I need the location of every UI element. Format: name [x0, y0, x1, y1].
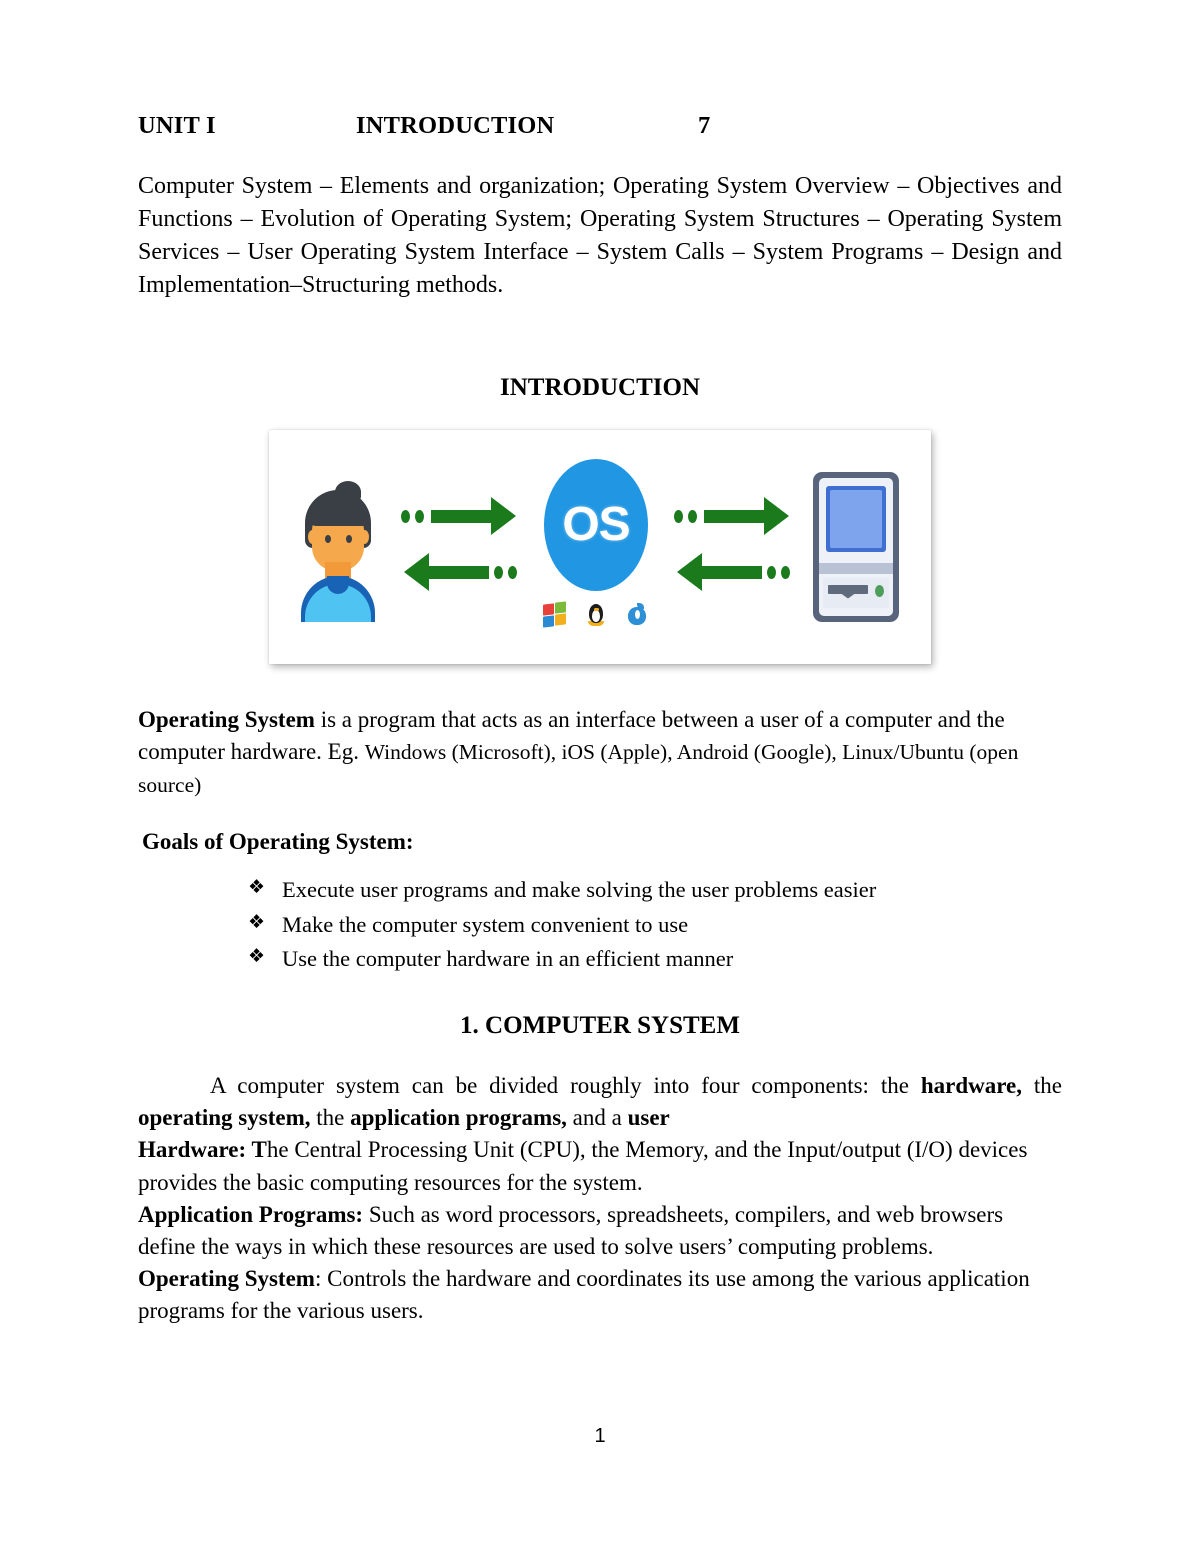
- apple-logo-icon: [624, 602, 650, 628]
- figure-row: OS: [269, 430, 931, 664]
- bullet-diamond-icon: ❖: [248, 910, 266, 933]
- os-interface-figure: OS: [269, 429, 931, 664]
- section-heading-computer-system: 1. COMPUTER SYSTEM: [460, 1012, 740, 1040]
- term-user: user: [627, 1105, 670, 1131]
- desktop-computer-icon: [807, 468, 907, 626]
- list-item-label: Make the computer system convenient to u…: [282, 911, 689, 937]
- term-operating-system: operating system,: [138, 1105, 311, 1131]
- component-term: Hardware:: [138, 1137, 247, 1163]
- section-title-introduction: INTRODUCTION: [499, 373, 701, 401]
- component-term: Application Programs:: [138, 1201, 364, 1227]
- page-number: 1: [594, 1425, 606, 1447]
- component-application-programs: Application Programs: Such as word proce…: [138, 1199, 1062, 1263]
- os-logos-row: [534, 598, 658, 628]
- os-label: OS: [562, 497, 630, 551]
- document-page: UNIT I INTRODUCTION 7 Computer System – …: [0, 0, 1200, 1553]
- term-application-programs: application programs,: [350, 1105, 567, 1131]
- list-item: ❖ Use the computer hardware in an effici…: [248, 942, 1062, 976]
- component-hardware: Hardware: The Central Processing Unit (C…: [138, 1134, 1062, 1198]
- component-lead: T: [246, 1137, 267, 1163]
- component-term: Operating System: [138, 1266, 315, 1292]
- computer-system-intro: A computer system can be divided roughly…: [138, 1070, 1062, 1134]
- syllabus-paragraph: Computer System – Elements and organizat…: [138, 173, 1062, 298]
- unit-hours: 7: [698, 112, 711, 139]
- windows-logo-icon: [542, 600, 568, 628]
- unit-header: UNIT I INTRODUCTION 7: [138, 0, 1062, 140]
- linux-tux-logo-icon: [583, 602, 609, 628]
- list-item-label: Execute user programs and make solving t…: [282, 877, 877, 903]
- intro-text-a: A computer system can be divided roughly…: [210, 1073, 921, 1099]
- definition-term: Operating System: [138, 706, 315, 732]
- os-group: OS: [534, 458, 658, 635]
- os-ellipse-icon: OS: [544, 458, 648, 591]
- unit-label: UNIT I: [138, 112, 216, 139]
- list-item: ❖ Make the computer system convenient to…: [248, 908, 1062, 942]
- component-operating-system: Operating System: Controls the hardware …: [138, 1263, 1062, 1327]
- component-text: he Central Processing Unit (CPU), the Me…: [138, 1137, 1028, 1195]
- arrow-right-icon: [673, 496, 792, 535]
- page-content: UNIT I INTRODUCTION 7 Computer System – …: [138, 0, 1062, 1328]
- figure-wrapper: OS: [138, 429, 1062, 664]
- arrows-os-to-hardware-icon: [673, 491, 792, 603]
- computer-system-body: A computer system can be divided roughly…: [138, 1070, 1062, 1328]
- arrow-left-icon: [401, 552, 519, 591]
- operating-system-definition: Operating System is a program that acts …: [138, 704, 1062, 802]
- intro-text-b: the: [1021, 1073, 1062, 1099]
- intro-text-d: and a: [566, 1105, 628, 1131]
- arrows-user-to-os-icon: [400, 491, 519, 603]
- user-avatar-icon: [293, 472, 385, 622]
- arrow-right-icon: [400, 496, 519, 535]
- goals-list: ❖ Execute user programs and make solving…: [138, 873, 1062, 976]
- list-item: ❖ Execute user programs and make solving…: [248, 873, 1062, 907]
- arrow-left-icon: [674, 552, 792, 591]
- bullet-diamond-icon: ❖: [248, 944, 266, 967]
- term-hardware: hardware,: [920, 1073, 1022, 1099]
- list-item-label: Use the computer hardware in an efficien…: [282, 945, 734, 971]
- goals-heading: Goals of Operating System:: [142, 829, 414, 855]
- unit-title: INTRODUCTION: [356, 112, 555, 139]
- intro-text-c: the: [310, 1105, 351, 1131]
- bullet-diamond-icon: ❖: [248, 876, 266, 899]
